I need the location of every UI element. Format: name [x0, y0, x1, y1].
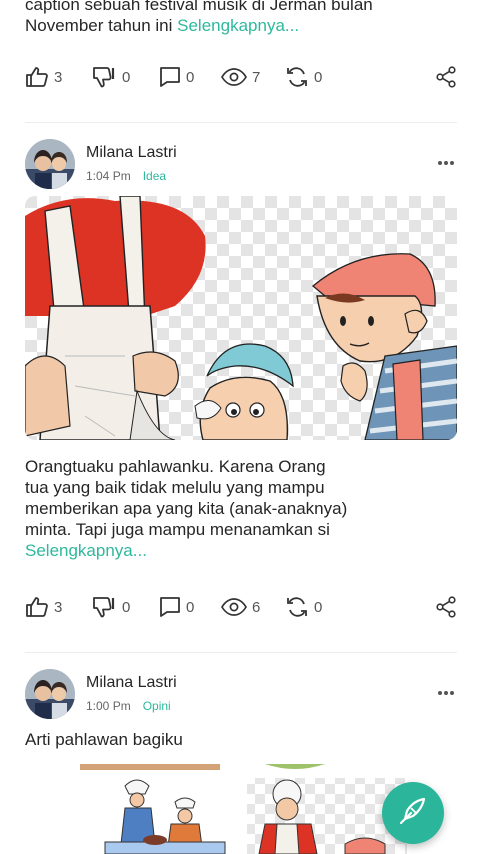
- post-action-bar: 3 0 0 6 0: [25, 594, 457, 620]
- share-icon: [435, 596, 457, 622]
- more-dots-icon: [437, 683, 455, 700]
- thumbs-up-icon: [25, 66, 49, 88]
- comment-button[interactable]: 0: [159, 594, 194, 620]
- category-tag[interactable]: Opini: [143, 699, 171, 713]
- post-divider: [25, 122, 457, 123]
- eye-icon: [221, 67, 247, 87]
- write-post-button[interactable]: [382, 782, 444, 844]
- thumbs-down-icon: [91, 596, 117, 618]
- comment-count: 0: [186, 68, 195, 86]
- dislike-count: 0: [122, 68, 131, 86]
- more-dots-icon: [437, 153, 455, 170]
- like-count: 3: [54, 68, 63, 86]
- post-title: Arti pahlawan bagiku: [25, 730, 183, 749]
- author-name[interactable]: Milana Lastri: [86, 674, 177, 692]
- author-name[interactable]: Milana Lastri: [86, 144, 177, 162]
- avatar[interactable]: [25, 139, 75, 189]
- more-options-button[interactable]: [437, 153, 455, 171]
- views-indicator: 7: [221, 64, 260, 90]
- repost-icon: [285, 596, 309, 618]
- body-line-3: memberikan apa yang kita (anak-anaknya): [25, 499, 348, 518]
- like-button[interactable]: 3: [25, 594, 62, 620]
- comment-icon: [159, 596, 181, 618]
- body-line-2: tua yang baik tidak melulu yang mampu: [25, 478, 325, 497]
- thumbs-down-icon: [91, 66, 117, 88]
- post-time: 1:00 Pm: [86, 699, 131, 713]
- post-meta: 1:00 Pm Opini: [86, 699, 171, 713]
- dislike-button[interactable]: 0: [91, 64, 130, 90]
- repost-button[interactable]: 0: [285, 64, 322, 90]
- avatar[interactable]: [25, 669, 75, 719]
- like-button[interactable]: 3: [25, 64, 62, 90]
- dislike-button[interactable]: 0: [91, 594, 130, 620]
- share-button[interactable]: [435, 596, 457, 623]
- post-image[interactable]: [25, 196, 457, 440]
- category-tag[interactable]: Idea: [143, 169, 166, 183]
- views-indicator: 6: [221, 594, 260, 620]
- caption-line-2: November tahun ini Selengkapnya...: [25, 16, 300, 35]
- views-count: 6: [252, 598, 261, 616]
- repost-count: 0: [314, 598, 323, 616]
- comment-count: 0: [186, 598, 195, 616]
- post-time: 1:04 Pm: [86, 169, 131, 183]
- views-count: 7: [252, 68, 261, 86]
- dislike-count: 0: [122, 598, 131, 616]
- read-more-link[interactable]: Selengkapnya...: [177, 16, 299, 35]
- post-body: Orangtuaku pahlawanku. Karena Orang tua …: [25, 456, 445, 561]
- share-icon: [435, 66, 457, 92]
- body-line-4: minta. Tapi juga mampu menanamkan si: [25, 520, 330, 539]
- share-button[interactable]: [435, 66, 457, 93]
- repost-button[interactable]: 0: [285, 594, 322, 620]
- thumbs-up-icon: [25, 596, 49, 618]
- repost-count: 0: [314, 68, 323, 86]
- more-options-button[interactable]: [437, 683, 455, 701]
- post-header: Milana Lastri 1:00 Pm Opini: [25, 669, 457, 721]
- eye-icon: [221, 597, 247, 617]
- repost-icon: [285, 66, 309, 88]
- post-action-bar: 3 0 0 7 0: [25, 64, 457, 90]
- post-header: Milana Lastri 1:04 Pm Idea: [25, 139, 457, 191]
- post-divider: [25, 652, 457, 653]
- caption-line-1: caption sebuah festival musik di Jerman …: [25, 0, 373, 14]
- comment-icon: [159, 66, 181, 88]
- comment-button[interactable]: 0: [159, 64, 194, 90]
- quill-pen-icon: [397, 795, 429, 832]
- post-meta: 1:04 Pm Idea: [86, 169, 166, 183]
- post-caption: caption sebuah festival musik di Jerman …: [25, 0, 445, 36]
- body-line-1: Orangtuaku pahlawanku. Karena Orang: [25, 457, 326, 476]
- read-more-link[interactable]: Selengkapnya...: [25, 540, 445, 561]
- like-count: 3: [54, 598, 63, 616]
